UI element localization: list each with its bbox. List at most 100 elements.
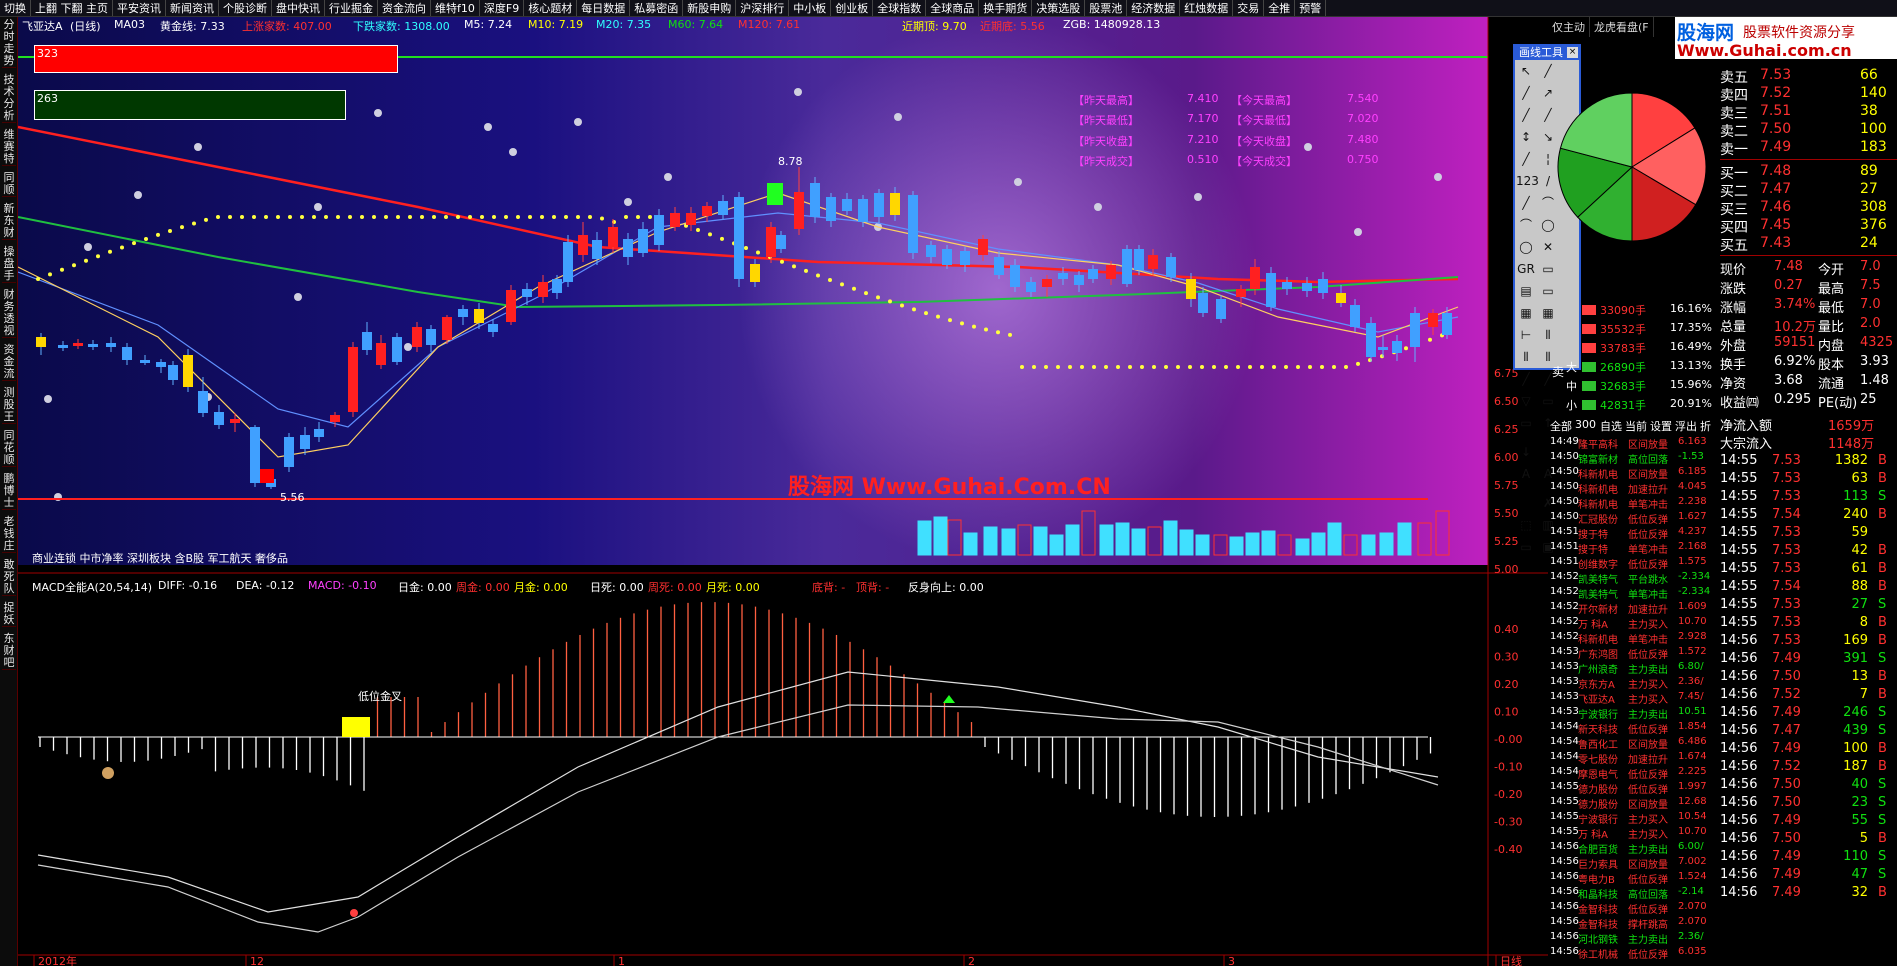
menu-item[interactable]: 全推 — [1264, 0, 1296, 16]
drawing-tool-icon[interactable]: ⦀ — [1516, 347, 1536, 367]
news-row[interactable]: 14:55 宁波银行 主力买入 10.54 — [1548, 811, 1720, 824]
news-row[interactable]: 14:53 飞亚达A 主力买入 7.45/ — [1548, 691, 1720, 704]
drawing-tool-icon[interactable]: ▭ — [1516, 537, 1536, 557]
news-row[interactable]: 14:56 粤电力B 低位反弹 1.524 — [1548, 871, 1720, 884]
news-row[interactable]: 14:50 锦富新材 高位回落 -1.53 — [1548, 451, 1720, 464]
menu-item[interactable]: 每日数据 — [577, 0, 631, 16]
news-tab[interactable]: 300 — [1575, 418, 1596, 431]
drawing-tool-icon[interactable]: ↓ — [1516, 442, 1536, 462]
drawing-tool-icon[interactable]: ◯ — [1516, 237, 1536, 257]
right-tab[interactable]: 仅主动 — [1548, 17, 1590, 37]
menu-item[interactable]: 新股申购 — [683, 0, 737, 16]
menu-item[interactable]: 沪深排行 — [736, 0, 790, 16]
drawing-tool-icon[interactable] — [1516, 486, 1536, 506]
menu-item[interactable]: 红烛数据 — [1180, 0, 1234, 16]
menu-item[interactable]: 私募密函 — [630, 0, 684, 16]
news-row[interactable]: 14:53 广东鸿图 低位反弹 1.572 — [1548, 646, 1720, 659]
news-row[interactable]: 14:49 隆平高科 区间放量 6.163 — [1548, 436, 1720, 449]
menu-item[interactable]: 创业板 — [831, 0, 874, 16]
news-row[interactable]: 14:50 科新机电 单笔冲击 2.238 — [1548, 496, 1720, 509]
drawing-tool-icon[interactable]: ▦ — [1516, 303, 1536, 323]
news-row[interactable]: 14:52 凯美特气 平台跳水 -2.334 — [1548, 571, 1720, 584]
news-row[interactable]: 14:51 搜于特 低位反弹 4.237 — [1548, 526, 1720, 539]
drawing-tool-icon[interactable]: ⊢ — [1516, 325, 1536, 345]
news-row[interactable]: 14:52 开尔新材 加速拉升 1.609 — [1548, 601, 1720, 614]
news-row[interactable]: 14:56 和晶科技 高位回落 -2.14 — [1548, 886, 1720, 899]
menu-item[interactable]: 上翻 下翻 主页 — [31, 0, 113, 16]
drawing-tool-icon[interactable]: ↖ — [1516, 61, 1536, 81]
news-row[interactable]: 14:56 巨力索具 区间放量 7.002 — [1548, 856, 1720, 869]
news-row[interactable]: 14:53 京东方A 主力买入 2.36/ — [1548, 676, 1720, 689]
news-tab[interactable]: 浮出 — [1675, 418, 1697, 434]
menu-item[interactable]: 经济数据 — [1127, 0, 1181, 16]
sidebar-tab[interactable]: 资金流 — [2, 344, 16, 381]
news-row[interactable]: 14:55 万 科A 主力买入 10.70 — [1548, 826, 1720, 839]
news-row[interactable]: 14:52 科新机电 单笔冲击 2.928 — [1548, 631, 1720, 644]
news-row[interactable]: 14:56 河北钢铁 主力卖出 2.36/ — [1548, 931, 1720, 944]
sidebar-tab[interactable]: 新东财 — [2, 203, 16, 240]
menu-item[interactable]: 盘中快讯 — [272, 0, 325, 16]
sidebar-tab[interactable]: 测股王 — [2, 387, 16, 424]
menu-item[interactable]: 决策选股 — [1032, 0, 1086, 16]
drawing-tool-icon[interactable]: A — [1516, 464, 1536, 484]
sidebar-tab[interactable]: 老钱庄 — [2, 516, 16, 553]
news-row[interactable]: 14:54 鲁西化工 区间放量 6.486 — [1548, 736, 1720, 749]
sidebar-tab[interactable]: 同花顺 — [2, 430, 16, 467]
drawing-tool-icon[interactable]: ╱ — [1516, 193, 1536, 213]
menu-item[interactable]: 个股诊断 — [219, 0, 272, 16]
sidebar-tab[interactable]: 同顺 — [2, 172, 16, 197]
drawing-tool-icon[interactable]: ╱ — [1516, 83, 1536, 103]
sidebar-tab[interactable]: 财务透视 — [2, 289, 16, 338]
drawing-tool-icon[interactable]: ╱ — [1516, 149, 1536, 169]
news-row[interactable]: 14:52 万 科A 主力买入 10.70 — [1548, 616, 1720, 629]
menu-item[interactable]: 核心题材 — [524, 0, 578, 16]
news-row[interactable]: 14:51 搜于特 单笔冲击 2.168 — [1548, 541, 1720, 554]
sidebar-tab[interactable]: 敢死队 — [2, 559, 16, 596]
menu-item[interactable]: 预警 — [1295, 0, 1327, 16]
drawing-tool-icon[interactable]: ↕ — [1516, 127, 1536, 147]
menu-item[interactable]: 深度F9 — [480, 0, 525, 16]
drawing-tool-icon[interactable]: ╱ — [1516, 369, 1536, 389]
news-tab[interactable]: 全部 — [1550, 418, 1572, 434]
news-row[interactable]: 14:55 德力股份 区间放量 12.68 — [1548, 796, 1720, 809]
menu-item[interactable]: 行业掘金 — [325, 0, 378, 16]
drawing-tool-icon[interactable]: ╱ — [1516, 105, 1536, 125]
sidebar-tab[interactable]: 东财吧 — [2, 633, 16, 670]
sidebar-tab[interactable]: 分时走势 — [2, 19, 16, 68]
news-tab[interactable]: 设置 — [1650, 418, 1672, 434]
news-row[interactable]: 14:50 科新机电 区间放量 6.185 — [1548, 466, 1720, 479]
drawing-tool-icon[interactable]: ⬚ — [1516, 515, 1536, 535]
drawing-tool-icon[interactable]: GR — [1516, 259, 1536, 279]
news-row[interactable]: 14:52 凯美特气 单笔冲击 -2.334 — [1548, 586, 1720, 599]
menu-item[interactable]: 换手期货 — [979, 0, 1033, 16]
news-row[interactable]: 14:54 零七股份 加速拉升 1.674 — [1548, 751, 1720, 764]
menu-item[interactable]: 资金流向 — [378, 0, 431, 16]
drawing-tool-icon[interactable]: ▤ — [1516, 281, 1536, 301]
sidebar-tab[interactable]: 维赛特 — [2, 129, 16, 166]
menu-item[interactable]: 全球指数 — [873, 0, 927, 16]
sidebar-tab[interactable]: 技术分析 — [2, 74, 16, 123]
drawing-tool-icon[interactable]: ▭ — [1516, 413, 1536, 433]
news-tab[interactable]: 折 — [1700, 418, 1711, 434]
menu-item[interactable]: 切换 — [0, 0, 31, 16]
news-row[interactable]: 14:54 摩恩电气 低位反弹 2.225 — [1548, 766, 1720, 779]
news-row[interactable]: 14:53 广州浪奇 主力卖出 6.80/ — [1548, 661, 1720, 674]
chart-area[interactable]: 6.75 6.50 6.25 6.00 5.75 5.50 5.25 5.00 0.40 0.30… — [18, 17, 1581, 966]
news-tab[interactable]: 自选 — [1600, 418, 1622, 434]
news-row[interactable]: 14:56 合肥百货 主力卖出 6.00/ — [1548, 841, 1720, 854]
menu-item[interactable]: 中小板 — [789, 0, 832, 16]
drawing-tool-icon[interactable]: ▽ — [1516, 391, 1536, 411]
sidebar-tab[interactable]: 捉妖 — [2, 602, 16, 627]
news-row[interactable]: 14:56 金智科技 低位反弹 2.070 — [1548, 901, 1720, 914]
menu-item[interactable]: 股票池 — [1085, 0, 1128, 16]
news-row[interactable]: 14:56 徐工机械 低位反弹 6.035 — [1548, 946, 1720, 959]
news-row[interactable]: 14:50 科新机电 加速拉升 4.045 — [1548, 481, 1720, 494]
menu-item[interactable]: 全球商品 — [926, 0, 980, 16]
news-row[interactable]: 14:54 新天科技 低位反弹 1.854 — [1548, 721, 1720, 734]
news-row[interactable]: 14:50 汇冠股份 低位反弹 1.627 — [1548, 511, 1720, 524]
sidebar-tab[interactable]: 鹏博士 — [2, 473, 16, 510]
news-row[interactable]: 14:55 德力股份 低位反弹 1.997 — [1548, 781, 1720, 794]
menu-item[interactable]: 新闻资讯 — [166, 0, 219, 16]
news-row[interactable]: 14:51 创维数字 低位反弹 1.575 — [1548, 556, 1720, 569]
drawing-tool-icon[interactable] — [1516, 559, 1536, 579]
